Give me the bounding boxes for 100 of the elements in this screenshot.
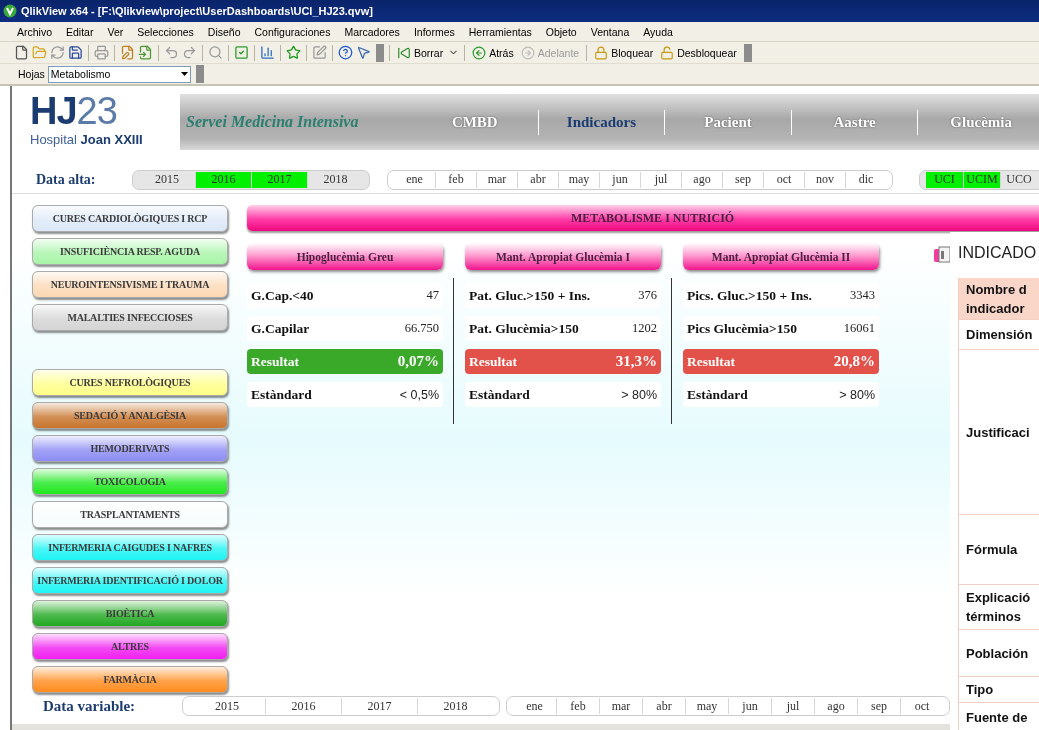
filter-value[interactable]: 2017	[251, 171, 307, 188]
toolbar-grip[interactable]	[743, 43, 752, 62]
search-icon[interactable]	[208, 45, 223, 60]
menu-item[interactable]: Configuraciones	[247, 25, 338, 38]
menu-item[interactable]: Ver	[100, 25, 131, 38]
result-value: 20,8%	[833, 353, 875, 370]
category-button[interactable]: TRASPLANTAMENTS	[32, 501, 228, 528]
menu-item[interactable]: Ventana	[583, 25, 637, 38]
filter-value[interactable]: 2017	[341, 698, 417, 714]
filter-value[interactable]: UCI	[926, 171, 963, 188]
save-icon[interactable]	[68, 45, 83, 60]
menu-item[interactable]: Diseño	[200, 25, 248, 38]
forward-icon	[520, 45, 535, 60]
help-icon[interactable]	[338, 45, 353, 60]
print-icon[interactable]	[94, 45, 109, 60]
filter-value[interactable]: jun	[728, 698, 771, 714]
info-label: Justificaci	[966, 423, 1030, 442]
metric-value: 47	[426, 288, 439, 303]
undo-icon[interactable]	[164, 45, 179, 60]
nav-tab[interactable]: Indicadors	[537, 109, 665, 135]
menu-item[interactable]: Selecciones	[130, 25, 201, 38]
sheet-dropdown[interactable]: Metabolismo	[47, 65, 191, 83]
toolbar-button[interactable]: Bloquear	[592, 42, 656, 63]
category-button[interactable]: INFERMERIA IDENTIFICACIÓ I DOLOR	[32, 567, 228, 594]
metric-value: 66.750	[404, 321, 439, 336]
filter-value[interactable]: dic	[845, 171, 886, 188]
category-button[interactable]: SEDACIÓ Y ANALGÈSIA	[32, 402, 228, 429]
filter-value[interactable]: feb	[556, 698, 599, 714]
category-button[interactable]: CURES NEFROLÒGIQUES	[32, 369, 228, 396]
category-button[interactable]: NEUROINTENSIVISME I TRAUMA	[32, 271, 228, 298]
filter-value[interactable]: may	[685, 698, 728, 714]
info-label: Dimensión	[966, 326, 1033, 344]
filter-value[interactable]: sep	[857, 698, 900, 714]
category-button[interactable]: TOXICOLOGIA	[32, 468, 228, 495]
filter-value[interactable]: jul	[640, 171, 681, 188]
info-label: Fórmula	[966, 541, 1018, 559]
result-label: Resultat	[469, 353, 517, 370]
filter-value[interactable]: oct	[900, 698, 943, 714]
filter-value[interactable]: UCO	[1000, 171, 1037, 188]
filter-value[interactable]: nov	[804, 171, 845, 188]
menu-item[interactable]: Ayuda	[636, 25, 680, 38]
filter-value[interactable]: may	[558, 171, 599, 188]
filter-value[interactable]: 2016	[265, 698, 341, 714]
checkbox-icon[interactable]	[234, 45, 249, 60]
app-icon	[3, 4, 17, 18]
filter-value[interactable]: 2015	[139, 171, 195, 188]
filter-value[interactable]: 2016	[195, 171, 251, 188]
category-button[interactable]: FARMÀCIA	[32, 666, 228, 693]
toolbar-grip[interactable]	[195, 65, 204, 83]
toolbar-grip[interactable]	[376, 43, 384, 62]
indicator-title[interactable]: Mant. Apropiat Glucèmia I	[465, 243, 661, 270]
category-button[interactable]: INFERMERIA CAIGUDES I NAFRES	[32, 534, 228, 561]
filter-value[interactable]: abr	[642, 698, 685, 714]
category-button[interactable]: MALALTIES INFECCIOSES	[32, 304, 228, 331]
filter-value[interactable]: mar	[599, 698, 642, 714]
filter-value[interactable]: oct	[763, 171, 804, 188]
menu-item[interactable]: Objeto	[538, 25, 584, 38]
bar-chart-icon[interactable]	[260, 45, 275, 60]
filter-value[interactable]: ago	[814, 698, 857, 714]
edit-document-icon[interactable]	[120, 45, 135, 60]
pointer-icon[interactable]	[356, 45, 371, 60]
category-button[interactable]: ALTRES	[32, 633, 228, 660]
menu-item[interactable]: Herramientas	[461, 25, 539, 38]
redo-icon[interactable]	[182, 45, 197, 60]
star-icon[interactable]	[286, 45, 301, 60]
skip-back-icon	[397, 45, 411, 60]
menu-item[interactable]: Informes	[406, 25, 462, 38]
filter-value[interactable]: sep	[722, 171, 763, 188]
category-button[interactable]: INSUFICIÈNCIA RESP. AGUDA	[32, 238, 228, 265]
category-button[interactable]: BIOÈTICA	[32, 600, 228, 627]
menu-item[interactable]: Editar	[59, 25, 101, 38]
toolbar-button[interactable]: Atrás	[470, 42, 516, 63]
new-file-icon[interactable]	[14, 45, 29, 60]
filter-value[interactable]: jul	[771, 698, 814, 714]
category-button[interactable]: HEMODERIVATS	[32, 435, 228, 462]
filter-value[interactable]: abr	[517, 171, 558, 188]
filter-value[interactable]: 2015	[189, 698, 265, 714]
result-value: 31,3%	[615, 353, 657, 370]
filter-value[interactable]: jun	[599, 171, 640, 188]
filter-value[interactable]: ago	[681, 171, 722, 188]
indicator-title[interactable]: Mant. Apropiat Glucèmia II	[683, 243, 879, 270]
toolbar-button[interactable]: Desbloquear	[658, 42, 739, 63]
filter-value[interactable]: feb	[435, 171, 476, 188]
filter-value[interactable]: 2018	[307, 171, 363, 188]
toolbar-button[interactable]: Borrar	[395, 42, 446, 63]
logo: HJ23	[30, 92, 118, 130]
filter-value[interactable]: ene	[513, 698, 556, 714]
indicator-title[interactable]: Hipoglucèmia Greu	[247, 243, 443, 270]
standard-value: > 80%	[839, 387, 875, 402]
edit-icon[interactable]	[312, 45, 327, 60]
filter-value[interactable]: mar	[476, 171, 517, 188]
filter-value[interactable]: 2018	[417, 698, 493, 714]
category-button[interactable]: CURES CARDIOLÒGIQUES I RCP	[32, 205, 228, 232]
filter-value[interactable]: UCIM	[963, 171, 1000, 188]
menu-item[interactable]: Marcadores	[337, 25, 407, 38]
import-icon[interactable]	[138, 45, 153, 60]
standard-value: > 80%	[621, 387, 657, 402]
filter-value[interactable]: ene	[394, 171, 435, 188]
menu-item[interactable]: Archivo	[10, 25, 59, 38]
info-label: Nombre d indicador	[966, 280, 1027, 318]
